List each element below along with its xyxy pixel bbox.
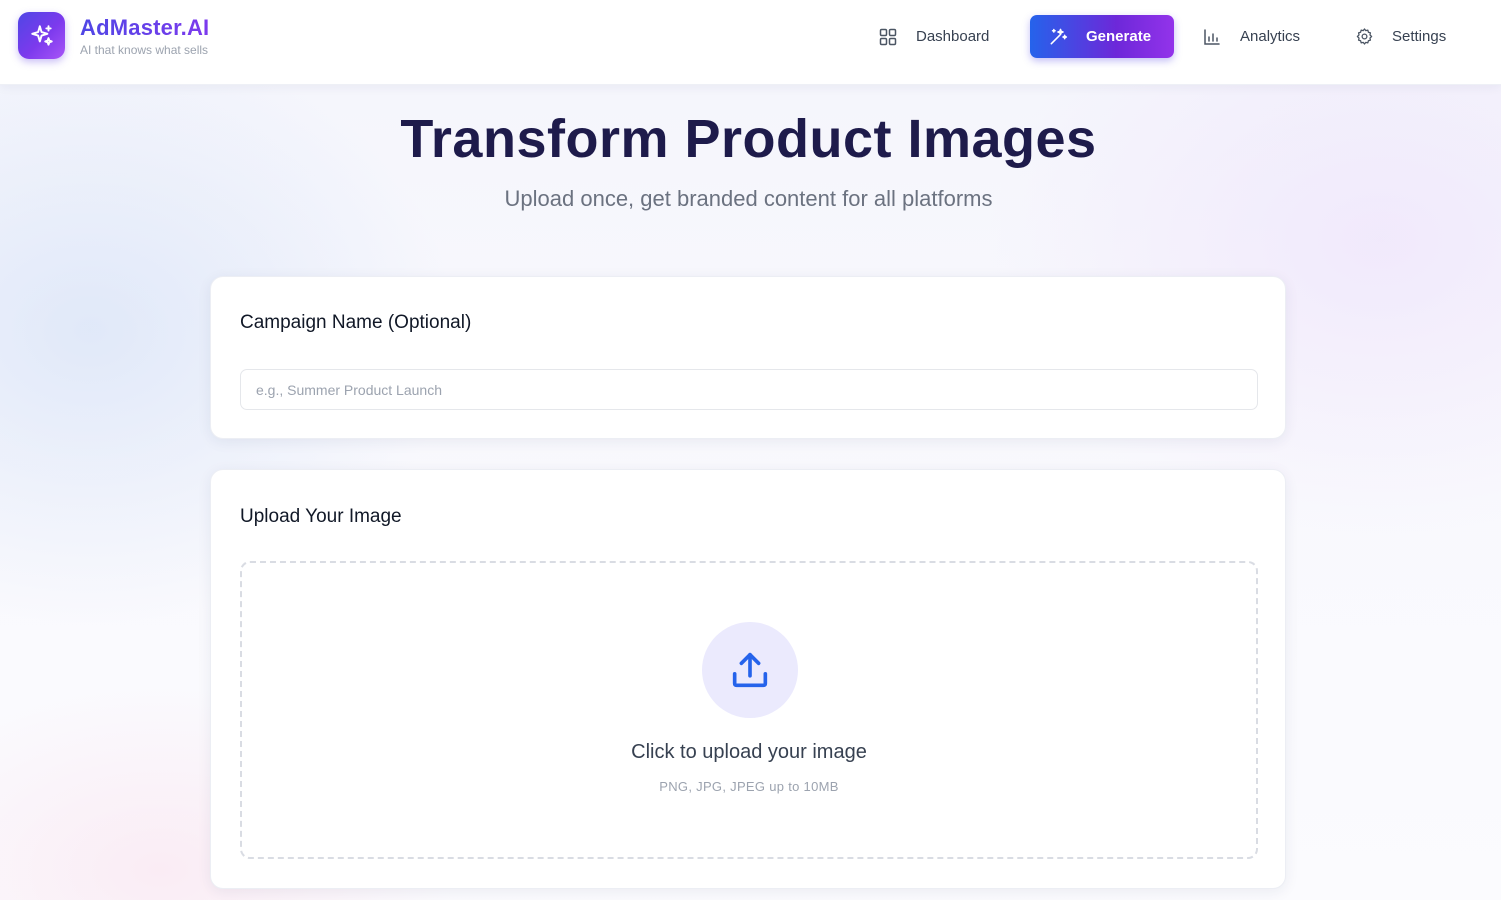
upload-label: Upload Your Image [240, 506, 402, 527]
magic-wand-icon [1048, 27, 1068, 47]
campaign-name-input[interactable] [240, 369, 1258, 410]
image-dropzone[interactable]: Click to upload your image PNG, JPG, JPE… [240, 561, 1258, 859]
grid-icon [878, 27, 898, 47]
nav-item-generate[interactable]: Generate [1030, 15, 1174, 58]
upload-icon [702, 622, 798, 718]
nav-item-label: Analytics [1240, 28, 1301, 45]
main-nav: Dashboard Generate Analytics Settings [866, 15, 1462, 58]
sparkles-icon [18, 12, 65, 59]
nav-item-label: Generate [1086, 28, 1152, 45]
nav-item-dashboard[interactable]: Dashboard [866, 15, 1016, 58]
page-subtitle: Upload once, get branded content for all… [504, 186, 993, 211]
brand[interactable]: AdMaster.AI AI that knows what sells [18, 12, 209, 59]
campaign-card: Campaign Name (Optional) [210, 276, 1286, 439]
upload-hint: PNG, JPG, JPEG up to 10MB [659, 779, 839, 794]
nav-item-label: Dashboard [916, 28, 990, 45]
page-title: Transform Product Images [400, 109, 1097, 169]
nav-item-settings[interactable]: Settings [1342, 15, 1462, 58]
upload-prompt: Click to upload your image [631, 741, 867, 763]
top-navbar: AdMaster.AI AI that knows what sells Das… [0, 0, 1501, 85]
brand-tagline: AI that knows what sells [80, 43, 209, 57]
brand-text: AdMaster.AI AI that knows what sells [80, 14, 209, 57]
nav-item-analytics[interactable]: Analytics [1190, 15, 1332, 58]
nav-item-label: Settings [1392, 28, 1447, 45]
bar-chart-icon [1202, 27, 1222, 47]
campaign-name-label: Campaign Name (Optional) [240, 312, 472, 333]
gear-icon [1354, 27, 1374, 47]
upload-card: Upload Your Image Click to upload your i… [210, 469, 1286, 889]
brand-name: AdMaster.AI [80, 15, 210, 40]
